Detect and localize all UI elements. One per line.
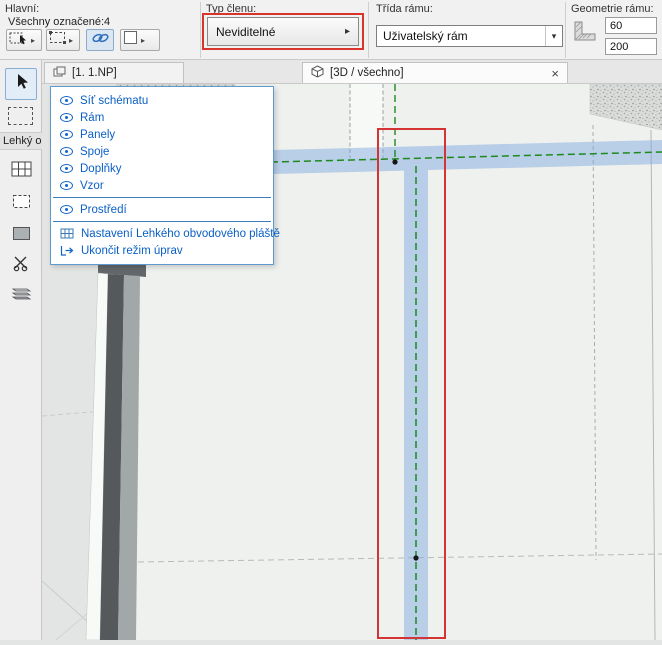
frame-geometry-icon xyxy=(571,19,599,50)
popup-item-label: Nastavení Lehkého obvodového pláště xyxy=(81,227,280,240)
top-toolbar: Hlavní: Všechny označené:4 ▸ ▸ ▸ Typ čle… xyxy=(0,0,662,60)
member-type-value: Neviditelné xyxy=(216,24,276,39)
eye-icon xyxy=(60,147,73,156)
popup-item-label: Doplňky xyxy=(80,162,122,175)
frame-geometry-label: Geometrie rámu: xyxy=(571,3,654,15)
toolbar-separator xyxy=(200,2,201,58)
square-outline-icon xyxy=(123,30,138,50)
popup-item-accessories[interactable]: Doplňky xyxy=(51,160,273,177)
marquee-edit-button[interactable]: ▸ xyxy=(6,29,42,51)
exit-door-icon xyxy=(60,245,74,256)
chain-link-icon xyxy=(91,31,110,50)
popup-separator xyxy=(53,221,271,222)
caret-right-icon: ▸ xyxy=(344,26,350,37)
eye-icon xyxy=(60,181,73,190)
marquee-edit-icon xyxy=(9,31,28,50)
tool-sidebar: Lehký ob xyxy=(0,60,42,640)
popup-item-label: Spoje xyxy=(80,145,110,158)
frame-class-value: Uživatelský rám xyxy=(383,29,468,43)
selection-status: Všechny označené:4 xyxy=(8,16,111,28)
settings-grid-icon xyxy=(60,228,74,239)
junction-tool-button[interactable] xyxy=(7,250,35,276)
frame-height-input[interactable] xyxy=(605,38,657,55)
curtain-wall-display-popup: Síť schématu Rám Panely Spoje Doplňky Vz… xyxy=(50,86,280,265)
cube-3d-icon xyxy=(311,65,324,81)
popup-item-panels[interactable]: Panely xyxy=(51,126,273,143)
popup-item-label: Panely xyxy=(80,128,116,141)
tab-3d-view[interactable]: [3D / všechno] × xyxy=(302,62,568,83)
scheme-grid-tool-button[interactable] xyxy=(7,156,35,182)
boundary-tool-button[interactable] xyxy=(7,188,35,214)
caret-right-icon: ▸ xyxy=(141,35,146,45)
popup-item-label: Ukončit režim úprav xyxy=(81,244,183,257)
member-type-label: Typ členu: xyxy=(206,3,257,15)
tab-floor-plan[interactable]: [1. 1.NP] xyxy=(44,62,184,83)
eye-icon xyxy=(60,164,73,173)
popup-item-label: Rám xyxy=(80,111,105,124)
popup-item-settings[interactable]: Nastavení Lehkého obvodového pláště xyxy=(51,225,280,242)
link-chain-button[interactable] xyxy=(86,29,114,51)
popup-item-label: Síť schématu xyxy=(80,94,149,107)
caret-down-icon: ▾ xyxy=(545,26,562,46)
tab-close-icon[interactable]: × xyxy=(551,66,559,81)
application-window: Hlavní: Všechny označené:4 ▸ ▸ ▸ Typ čle… xyxy=(0,0,662,641)
tab-bar: [1. 1.NP] [3D / všechno] × xyxy=(42,60,662,84)
popup-item-scheme-grid[interactable]: Síť schématu xyxy=(51,92,273,109)
cursor-arrow-icon xyxy=(14,73,29,95)
floor-plan-icon xyxy=(53,66,66,80)
eye-icon xyxy=(60,130,73,139)
popup-item-joints[interactable]: Spoje xyxy=(51,143,273,160)
panel-shape-button[interactable]: ▸ xyxy=(120,29,160,51)
caret-right-icon: ▸ xyxy=(31,35,36,45)
tab-floor-plan-label: [1. 1.NP] xyxy=(72,67,117,79)
popup-separator xyxy=(53,197,271,198)
toolbar-separator xyxy=(565,2,566,58)
member-type-combo[interactable]: Neviditelné ▸ xyxy=(207,17,359,46)
frame-width-input[interactable] xyxy=(605,17,657,34)
popup-item-label: Prostředí xyxy=(80,203,127,216)
eye-icon xyxy=(60,205,73,214)
accessory-tool-button[interactable] xyxy=(7,280,35,306)
tab-3d-view-label: [3D / všechno] xyxy=(330,67,404,79)
marquee-icon xyxy=(49,31,66,49)
main-section-label: Hlavní: xyxy=(5,3,40,15)
eye-icon xyxy=(60,113,73,122)
frame-class-dropdown[interactable]: Uživatelský rám ▾ xyxy=(376,25,563,47)
popup-item-label: Vzor xyxy=(80,179,104,192)
toolbar-separator xyxy=(368,2,369,58)
popup-item-environment[interactable]: Prostředí xyxy=(51,201,273,218)
panel-tool-button[interactable] xyxy=(7,220,35,246)
frame-class-label: Třída rámu: xyxy=(376,3,433,15)
eye-icon xyxy=(60,96,73,105)
popup-item-exit-edit-mode[interactable]: Ukončit režim úprav xyxy=(51,242,273,259)
caret-right-icon: ▸ xyxy=(69,35,74,45)
popup-item-pattern[interactable]: Vzor xyxy=(51,177,273,194)
marquee-tool-button[interactable] xyxy=(8,107,33,125)
marquee-select-button[interactable]: ▸ xyxy=(46,29,80,51)
popup-item-frame[interactable]: Rám xyxy=(51,109,273,126)
curtain-wall-panel-label: Lehký ob xyxy=(0,132,42,150)
select-tool-button[interactable] xyxy=(5,68,37,100)
